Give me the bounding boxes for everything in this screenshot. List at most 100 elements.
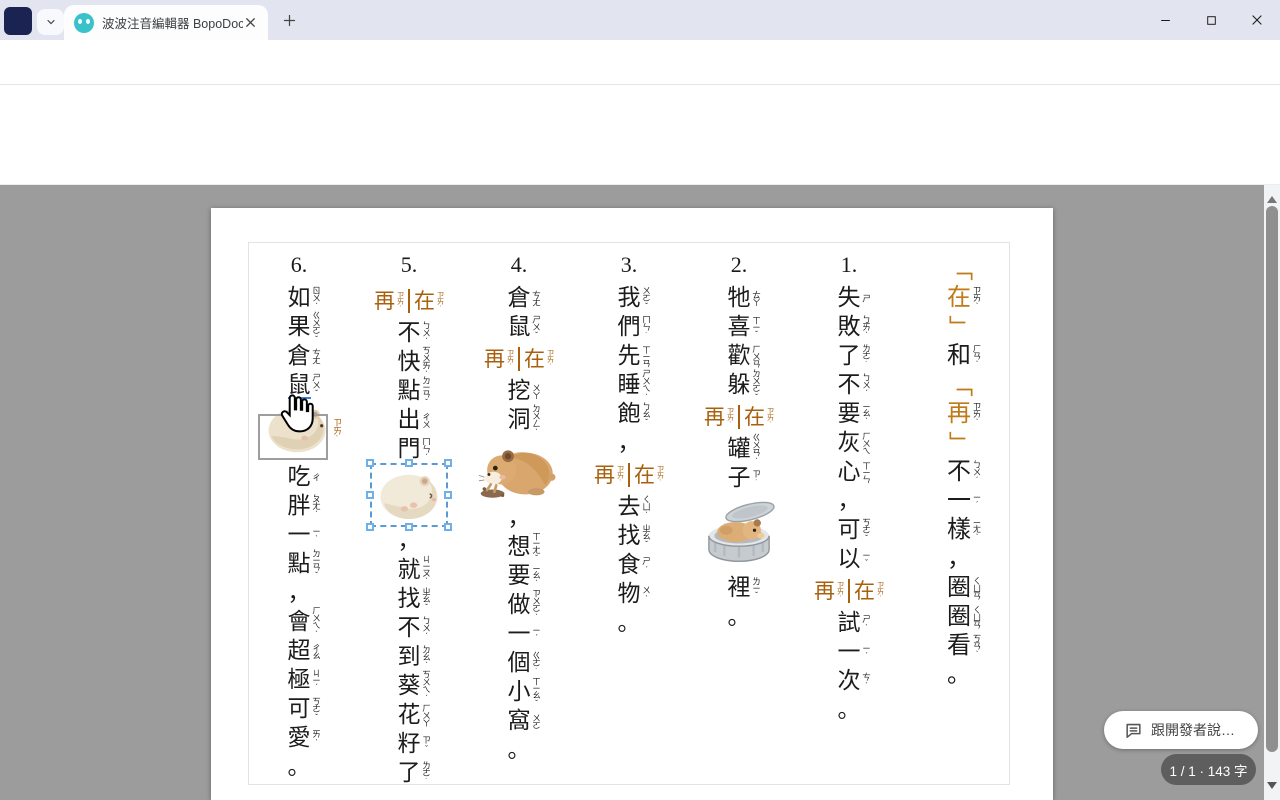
resize-handle[interactable] (366, 491, 374, 499)
char-cell: 可ㄎㄜˇ (838, 518, 861, 542)
resize-handle[interactable] (444, 459, 452, 467)
choice-divider (848, 579, 850, 603)
char-cell: 倉ㄘㄤ (508, 286, 531, 310)
window-corner-chip (4, 7, 32, 35)
hamster-digging-illustration (478, 437, 560, 501)
char-cell: 食ㄕˊ (618, 553, 641, 577)
char-cell: 不ㄅㄨˊ (947, 460, 971, 484)
punct-cell: ， (947, 547, 971, 571)
bopodoc-toolbar: 倉鼠的「在」和「再」不一樣 0 0 PDF (0, 85, 1280, 145)
minimize-button[interactable] (1142, 0, 1188, 40)
resize-handle[interactable] (366, 459, 374, 467)
resize-handle[interactable] (444, 491, 452, 499)
content-frame: 6.如ㄖㄨˊ果ㄍㄨㄛˇ倉ㄘㄤ鼠ㄕㄨˇㄗㄞˋ吃ㄔ胖ㄆㄤˋ一ㄧˋ點ㄉㄧㄢˇ，會ㄏㄨㄟ… (248, 242, 1010, 785)
char-cell: 要ㄧㄠˋ (838, 402, 861, 426)
punct-cell: 。 (288, 755, 311, 779)
punct-cell: 。 (838, 698, 861, 722)
char-cell: 門ㄇㄣˊ (398, 437, 421, 461)
char-cell: 裡ㄌㄧˇ (728, 576, 751, 600)
punct-cell: ， (288, 581, 311, 605)
hamster-can-image[interactable] (697, 495, 781, 571)
scrollbar-thumb[interactable] (1266, 206, 1278, 752)
punct-cell: 」 (947, 431, 971, 455)
char-cell: 和ㄏㄢˋ (947, 344, 971, 368)
char-cell: 籽ㄗˇ (398, 732, 421, 756)
char-cell: 做ㄗㄨㄛˋ (508, 593, 531, 617)
browser-tab[interactable]: 波波注音編輯器 BopoDoc (64, 5, 268, 40)
sentence-column-2: 2.牠ㄊㄚ喜ㄒㄧˇ歡ㄏㄨㄢ躲ㄉㄨㄛˇ再ㄗㄞˋ在ㄗㄞˋ罐ㄍㄨㄢˋ子ㄗ˙裡ㄌㄧˇ。 (711, 249, 767, 776)
punct-cell: 」 (947, 315, 971, 339)
resize-handle[interactable] (444, 523, 452, 531)
page-char-count-badge: 1 / 1 · 143 字 (1161, 754, 1256, 785)
column-number: 1. (841, 249, 858, 281)
chevron-down-icon (45, 16, 57, 28)
close-window-button[interactable] (1234, 0, 1280, 40)
feedback-button[interactable]: 跟開發者說… (1104, 711, 1258, 749)
column-number: 4. (511, 249, 528, 281)
char-cell: 極ㄐㄧˊ (288, 668, 311, 692)
char-cell: 看ㄎㄢˋ (947, 634, 971, 658)
char-cell: 一ㄧˊ (508, 622, 531, 646)
char-cell: 子ㄗ˙ (728, 466, 751, 490)
sentence-column-1: 1.失ㄕ敗ㄅㄞˋ了ㄌㄜ˙不ㄅㄨˊ要ㄧㄠˋ灰ㄏㄨㄟ心ㄒㄧㄣ，可ㄎㄜˇ以ㄧˇ再ㄗㄞˋ… (821, 249, 877, 776)
tab-close-icon[interactable] (243, 15, 258, 30)
zai-choice-blank[interactable]: 再ㄗㄞˋ在ㄗㄞˋ (374, 289, 444, 313)
column-number: 3. (621, 249, 638, 281)
char-cell: 飽ㄅㄠˇ (618, 402, 641, 426)
char-cell: 找ㄓㄠˇ (398, 587, 421, 611)
editor-workspace: 6.如ㄖㄨˊ果ㄍㄨㄛˇ倉ㄘㄤ鼠ㄕㄨˇㄗㄞˋ吃ㄔ胖ㄆㄤˋ一ㄧˋ點ㄉㄧㄢˇ，會ㄏㄨㄟ… (0, 185, 1280, 800)
new-tab-button[interactable] (282, 13, 297, 28)
chat-bubble-icon (1124, 721, 1143, 740)
tab-search-button[interactable] (37, 9, 64, 35)
maximize-button[interactable] (1188, 0, 1234, 40)
format-bar: 邊框 0 圓角 0 透明度 1 (0, 145, 1280, 185)
zai-choice-blank[interactable]: 再ㄗㄞˋ在ㄗㄞˋ (484, 347, 554, 371)
char-cell: 要ㄧㄠˋ (508, 564, 531, 588)
char-cell: 找ㄓㄠˇ (618, 524, 641, 548)
char-cell: 了ㄌㄜ˙ (398, 761, 421, 785)
char-cell: 喜ㄒㄧˇ (728, 315, 751, 339)
choice-divider (518, 347, 520, 371)
doc-columns: 6.如ㄖㄨˊ果ㄍㄨㄛˇ倉ㄘㄤ鼠ㄕㄨˇㄗㄞˋ吃ㄔ胖ㄆㄤˋ一ㄧˋ點ㄉㄧㄢˇ，會ㄏㄨㄟ… (249, 243, 1009, 784)
char-cell: 躲ㄉㄨㄛˇ (728, 373, 751, 397)
char-cell: 歡ㄏㄨㄢ (728, 344, 751, 368)
char-cell: 點ㄉㄧㄢˇ (288, 552, 311, 576)
column-number: 6. (291, 249, 308, 281)
sentence-column-3: 3.我ㄨㄛˇ們ㄇㄣ˙先ㄒㄧㄢ睡ㄕㄨㄟˋ飽ㄅㄠˇ，再ㄗㄞˋ在ㄗㄞˋ去ㄑㄩˋ找ㄓㄠˇ… (601, 249, 657, 776)
char-cell: 點ㄉㄧㄢˇ (398, 379, 421, 403)
char-cell: 一ㄧˊ (947, 489, 971, 513)
char-cell: 牠ㄊㄚ (728, 286, 751, 310)
scroll-down-arrow-icon[interactable] (1267, 782, 1277, 794)
punct-cell: 。 (508, 738, 531, 762)
char-cell: 次ㄘˋ (838, 669, 861, 693)
char-cell: 不ㄅㄨˊ (838, 373, 861, 397)
zai-choice-blank[interactable]: 再ㄗㄞˋ在ㄗㄞˋ (594, 463, 664, 487)
hamster-sleeping-image[interactable] (373, 466, 445, 524)
sentence-column-5: 5.再ㄗㄞˋ在ㄗㄞˋ不ㄅㄨˊ快ㄎㄨㄞˋ點ㄉㄧㄢˇ出ㄔㄨ門ㄇㄣˊ，就ㄐㄧㄡˋ找ㄓㄠ… (381, 249, 437, 776)
char-cell: 去ㄑㄩˋ (618, 495, 641, 519)
hamster-can-illustration (697, 495, 781, 571)
punct-cell: ， (618, 431, 641, 455)
hamster-digging-image[interactable] (478, 437, 560, 501)
hamster-curled-image[interactable]: ㄗㄞˋ (262, 402, 336, 460)
char-cell: 窩ㄨㄛ (508, 709, 531, 733)
tab-title: 波波注音編輯器 BopoDoc (102, 13, 243, 32)
char-cell: 失ㄕ (838, 286, 861, 310)
punct-cell: ， (398, 529, 421, 553)
zai-choice-blank[interactable]: 再ㄗㄞˋ在ㄗㄞˋ (814, 579, 884, 603)
browser-tab-strip: 波波注音編輯器 BopoDoc (0, 0, 1280, 40)
document-page[interactable]: 6.如ㄖㄨˊ果ㄍㄨㄛˇ倉ㄘㄤ鼠ㄕㄨˇㄗㄞˋ吃ㄔ胖ㄆㄤˋ一ㄧˋ點ㄉㄧㄢˇ，會ㄏㄨㄟ… (211, 208, 1053, 800)
browser-address-bar: bopodoc.com/edit (0, 40, 1280, 85)
punct-cell: 。 (947, 663, 971, 687)
char-cell: 睡ㄕㄨㄟˋ (618, 373, 641, 397)
resize-handle[interactable] (366, 523, 374, 531)
char-cell: 如ㄖㄨˊ (288, 286, 311, 310)
zai-choice-blank[interactable]: 再ㄗㄞˋ在ㄗㄞˋ (704, 405, 774, 429)
scroll-up-arrow-icon[interactable] (1267, 191, 1277, 203)
hidden-answer-ruby: ㄗㄞˋ (332, 418, 342, 443)
char-cell: 一ㄧˊ (838, 640, 861, 664)
sentence-column-6: 6.如ㄖㄨˊ果ㄍㄨㄛˇ倉ㄘㄤ鼠ㄕㄨˇㄗㄞˋ吃ㄔ胖ㄆㄤˋ一ㄧˋ點ㄉㄧㄢˇ，會ㄏㄨㄟ… (271, 249, 327, 776)
vertical-scrollbar[interactable] (1264, 185, 1280, 800)
char-cell: 我ㄨㄛˇ (618, 286, 641, 310)
resize-handle[interactable] (405, 459, 413, 467)
